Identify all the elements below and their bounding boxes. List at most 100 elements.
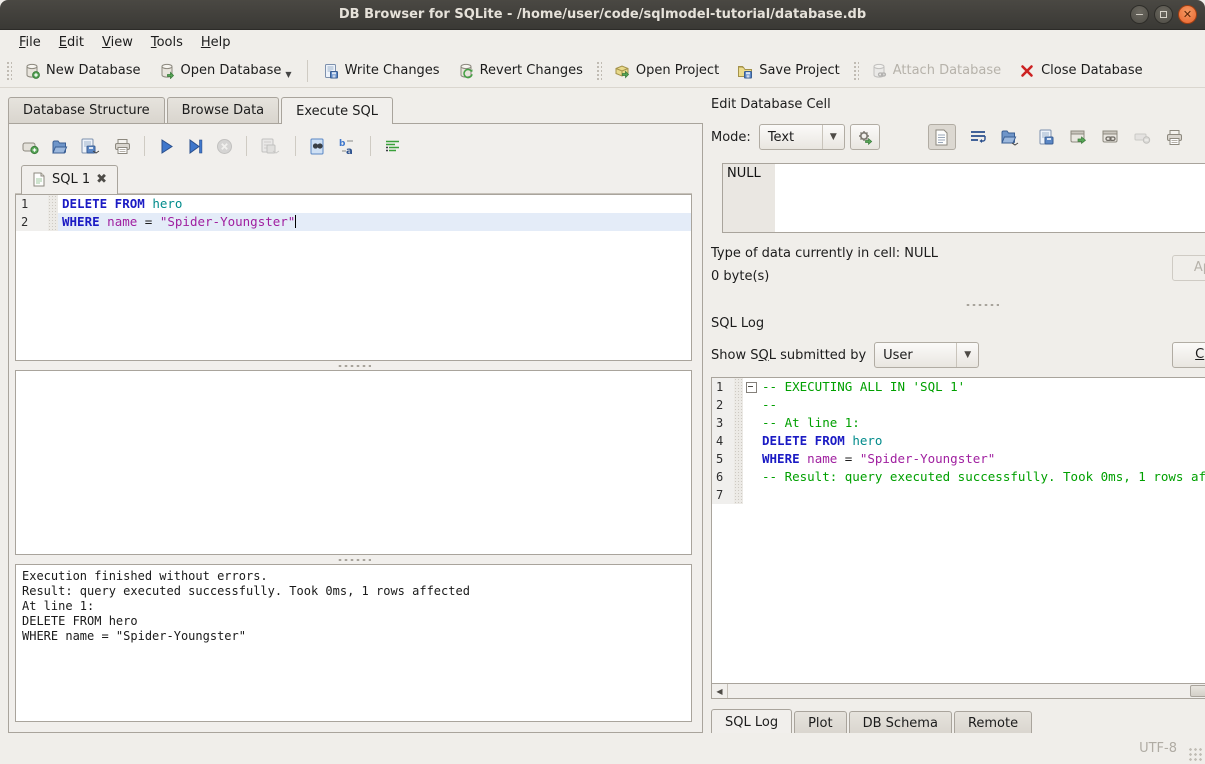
toolbar-separator	[307, 60, 308, 82]
results-message-splitter[interactable]	[15, 555, 692, 564]
format-sql-button[interactable]	[383, 137, 402, 156]
toolbar-separator	[295, 136, 296, 156]
mode-combobox[interactable]: Text ▼	[759, 124, 845, 150]
fold-margin	[743, 396, 758, 414]
sql-log-view[interactable]: 1-- EXECUTING ALL IN 'SQL 1'2--3-- At li…	[711, 377, 1205, 683]
attach-database-button: Attach Database	[862, 58, 1010, 84]
write-changes-icon	[323, 63, 339, 79]
new-database-button[interactable]: New Database	[15, 58, 150, 84]
auto-apply-button[interactable]	[850, 124, 880, 150]
revert-changes-button[interactable]: Revert Changes	[449, 58, 592, 84]
print-cell-button[interactable]	[1165, 128, 1184, 147]
sql-log-filter-combobox[interactable]: User ▼	[874, 342, 979, 368]
save-project-button[interactable]: Save Project	[728, 58, 849, 84]
new-sql-tab-button[interactable]	[21, 137, 40, 156]
fold-margin	[743, 450, 758, 468]
code-line: 6-- Result: query executed successfully.…	[712, 468, 1205, 486]
word-wrap-button[interactable]	[969, 129, 987, 145]
tab-remote[interactable]: Remote	[954, 711, 1032, 733]
sql-editor[interactable]: 1DELETE FROM hero2WHERE name = "Spider-Y…	[15, 194, 692, 361]
new-database-icon	[24, 63, 40, 79]
menu-view[interactable]: View	[93, 32, 142, 53]
edit-cell-dock-titlebar: Edit Database Cell ✕	[711, 94, 1205, 114]
export-results-button	[259, 137, 283, 156]
find-button[interactable]	[308, 137, 327, 156]
minimize-button[interactable]: −	[1130, 5, 1149, 24]
scroll-left-arrow-icon[interactable]: ◀	[712, 684, 728, 698]
cell-size-info: 0 byte(s)	[711, 269, 1172, 292]
menu-file[interactable]: File	[10, 32, 50, 53]
execute-current-line-button[interactable]	[186, 137, 205, 156]
revert-changes-label: Revert Changes	[480, 63, 583, 78]
open-database-button[interactable]: Open Database ▼	[150, 58, 301, 84]
splitter-handle-icon	[965, 303, 999, 307]
editor-results-splitter[interactable]	[15, 361, 692, 370]
menu-help[interactable]: Help	[192, 32, 240, 53]
app-window: DB Browser for SQLite - /home/user/code/…	[0, 0, 1205, 764]
results-grid[interactable]	[15, 370, 692, 555]
resize-grip-icon[interactable]	[1188, 747, 1202, 761]
open-project-icon	[614, 63, 630, 79]
close-window-button[interactable]: ✕	[1178, 5, 1197, 24]
tab-database-structure[interactable]: Database Structure	[8, 97, 165, 123]
cell-mode-row: Mode: Text ▼	[711, 123, 1205, 151]
menu-tools[interactable]: Tools	[142, 32, 192, 53]
toolbar-drag-handle[interactable]	[5, 60, 12, 82]
import-cell-data-button[interactable]	[1000, 128, 1024, 147]
open-project-label: Open Project	[636, 63, 719, 78]
text-mode-toggle-button[interactable]	[928, 124, 956, 150]
code-line: 2--	[712, 396, 1205, 414]
toolbar-separator	[144, 136, 145, 156]
tab-browse-data[interactable]: Browse Data	[167, 97, 280, 123]
close-sql-tab-icon[interactable]: ✖	[96, 172, 107, 187]
print-button[interactable]	[113, 137, 132, 156]
menu-edit[interactable]: Edit	[50, 32, 93, 53]
close-database-icon	[1019, 63, 1035, 79]
sql-log-filter-label: Show SQL submitted by	[711, 348, 866, 363]
sql-tab-bar: SQL 1 ✖	[15, 164, 692, 194]
fold-margin	[743, 432, 758, 450]
link-url-button[interactable]	[1101, 129, 1120, 146]
sql-log-horizontal-scrollbar[interactable]: ◀ ▶	[711, 683, 1205, 699]
execution-message: Execution finished without errors.Result…	[15, 564, 692, 722]
cell-info-row: Type of data currently in cell: NULL 0 b…	[711, 246, 1205, 298]
tab-db-schema[interactable]: DB Schema	[849, 711, 952, 733]
toolbar-drag-handle[interactable]	[852, 60, 859, 82]
toolbar-drag-handle[interactable]	[595, 60, 602, 82]
sql-1-tab[interactable]: SQL 1 ✖	[21, 165, 118, 194]
clear-log-button[interactable]: Clear	[1172, 342, 1205, 368]
open-sql-file-button[interactable]	[50, 137, 69, 156]
scrollbar-thumb[interactable]	[1190, 685, 1205, 697]
open-database-dropdown-arrow[interactable]: ▼	[285, 70, 291, 79]
fold-collapse-icon[interactable]	[743, 378, 758, 396]
fold-margin	[743, 468, 758, 486]
code-line: 4DELETE FROM hero	[712, 432, 1205, 450]
left-pane: Database Structure Browse Data Execute S…	[0, 88, 703, 733]
maximize-button[interactable]	[1154, 5, 1173, 24]
tab-execute-sql[interactable]: Execute SQL	[281, 97, 393, 124]
execute-sql-page: ba SQL 1 ✖ 1DELETE	[8, 123, 703, 733]
open-in-external-button[interactable]	[1069, 129, 1088, 146]
chevron-down-icon: ▼	[822, 125, 844, 149]
save-sql-file-button[interactable]	[79, 137, 103, 156]
find-replace-button[interactable]: ba	[337, 137, 358, 156]
edit-cell-dock-title: Edit Database Cell	[711, 97, 1205, 112]
close-database-button[interactable]: Close Database	[1010, 58, 1152, 84]
attach-database-icon	[871, 63, 887, 79]
right-pane: Edit Database Cell ✕ Mode: Text ▼	[703, 88, 1205, 733]
open-project-button[interactable]: Open Project	[605, 58, 728, 84]
execute-sql-button[interactable]	[157, 137, 176, 156]
scrollbar-track[interactable]	[728, 684, 1205, 698]
code-line: 5WHERE name = "Spider-Youngster"	[712, 450, 1205, 468]
splitter-handle-icon	[337, 558, 371, 562]
tab-sql-log[interactable]: SQL Log	[711, 709, 792, 733]
tab-plot[interactable]: Plot	[794, 711, 847, 733]
svg-text:a: a	[346, 146, 353, 156]
open-database-label: Open Database	[181, 63, 282, 78]
export-cell-data-button[interactable]	[1037, 128, 1056, 147]
write-changes-button[interactable]: Write Changes	[314, 58, 449, 84]
dock-splitter[interactable]	[711, 298, 1205, 311]
titlebar: DB Browser for SQLite - /home/user/code/…	[0, 0, 1205, 30]
cell-value-editor[interactable]: NULL	[722, 163, 1205, 233]
new-database-label: New Database	[46, 63, 141, 78]
